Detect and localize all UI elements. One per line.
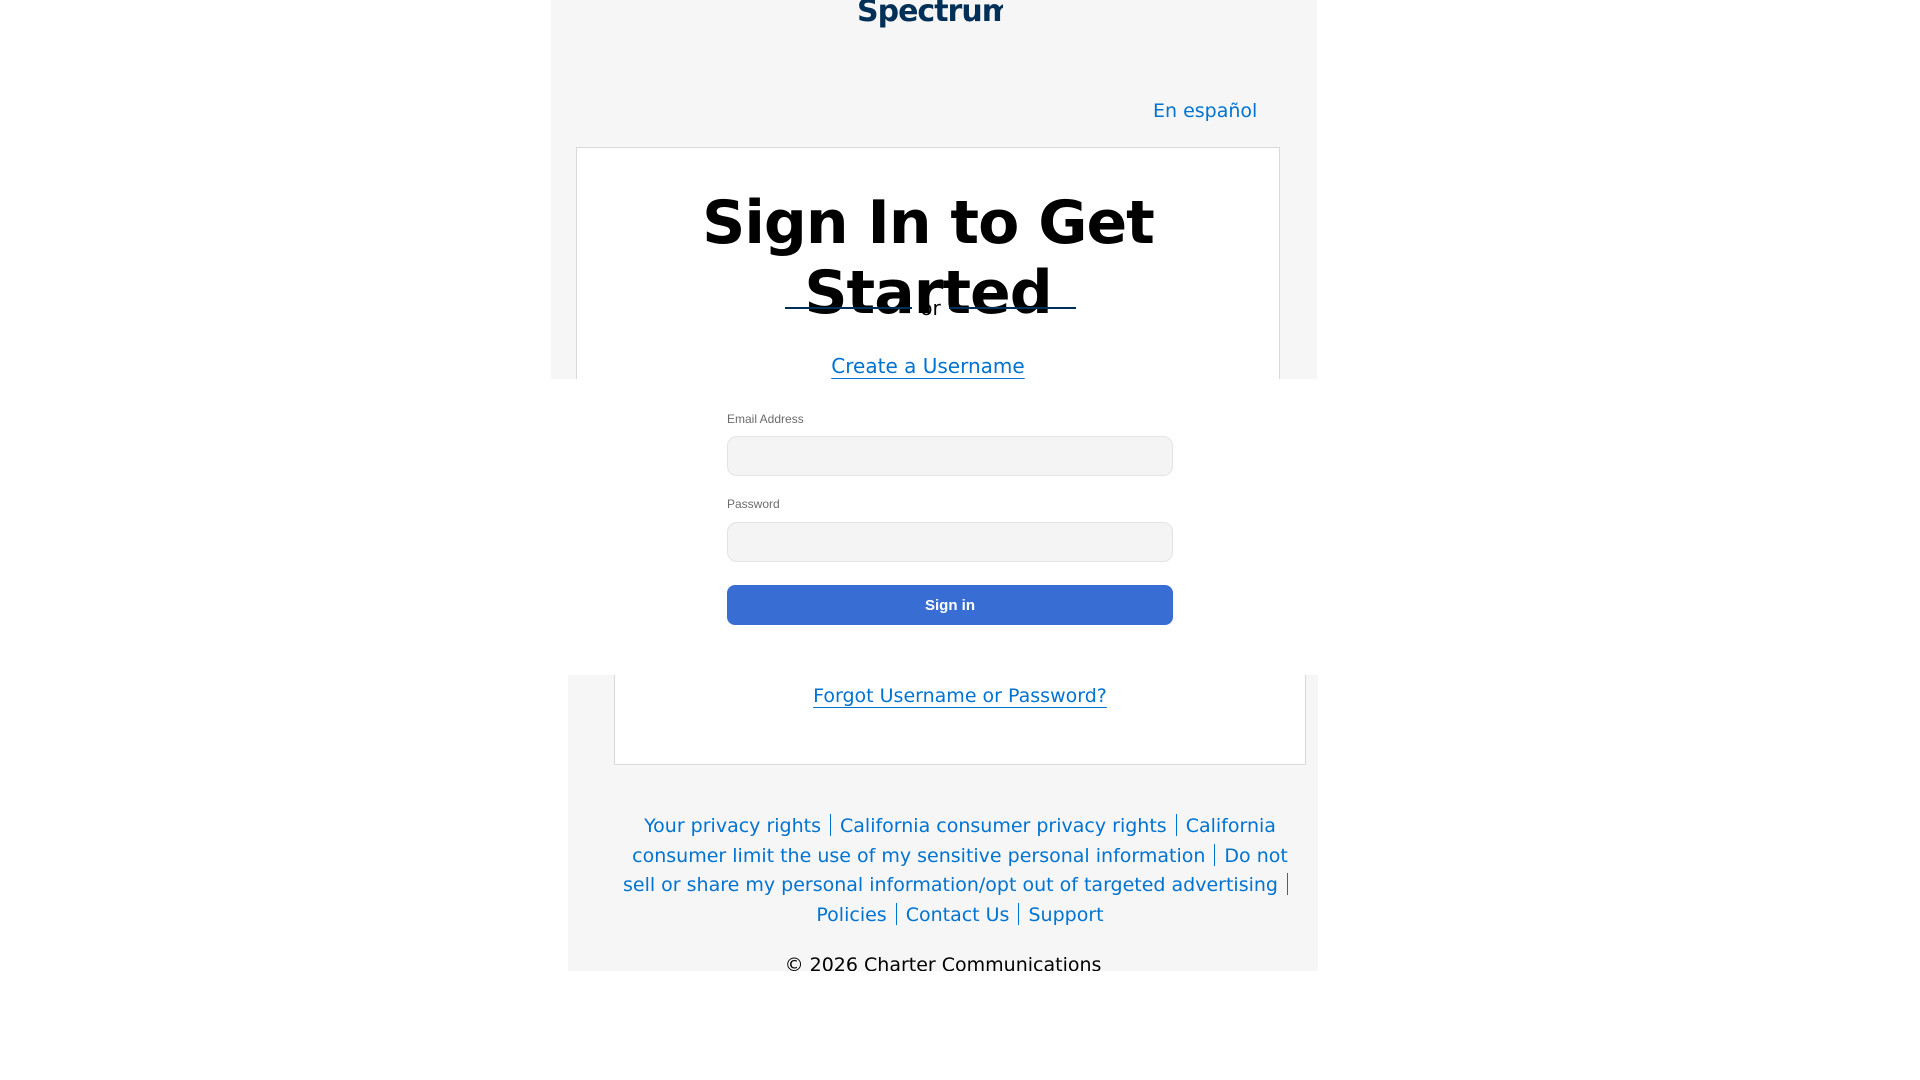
copyright-text: © 2026 Charter Communications bbox=[784, 954, 1102, 971]
footer-separator bbox=[1214, 843, 1216, 866]
password-field[interactable] bbox=[727, 522, 1173, 562]
footer-separator bbox=[895, 902, 897, 925]
divider-line-right bbox=[949, 307, 1076, 309]
footer-link-support[interactable]: Support bbox=[1028, 904, 1103, 926]
divider-line-left bbox=[785, 307, 912, 309]
login-page: Spectrum En español Sign In to Get Start… bbox=[0, 0, 1920, 1080]
signin-card: Sign In to Get Started or Create a Usern… bbox=[576, 147, 1280, 379]
or-divider: or bbox=[577, 296, 1279, 320]
footer-separator bbox=[830, 814, 831, 836]
logo-text: Spectrum bbox=[857, 0, 1003, 28]
spectrum-logo[interactable]: Spectrum bbox=[857, 0, 1003, 28]
footer-link-ca-privacy-rights[interactable]: California consumer privacy rights bbox=[840, 815, 1167, 837]
sign-in-button[interactable]: Sign in bbox=[727, 585, 1173, 625]
footer-separator bbox=[1287, 873, 1288, 895]
email-field[interactable] bbox=[727, 436, 1173, 476]
signin-card-bottom: Forgot Username or Password? bbox=[614, 675, 1306, 765]
footer-link-policies[interactable]: Policies bbox=[816, 904, 886, 926]
password-label: Password bbox=[727, 497, 780, 511]
email-label: Email Address bbox=[727, 412, 804, 426]
footer-separator bbox=[1018, 902, 1020, 925]
footer-link-privacy-rights[interactable]: Your privacy rights bbox=[644, 815, 821, 837]
divider-text: or bbox=[920, 296, 941, 320]
footer-links: Your privacy rights California consumer p… bbox=[614, 812, 1306, 930]
footer-link-contact-us[interactable]: Contact Us bbox=[906, 904, 1010, 926]
login-form: Email Address Password Sign in bbox=[551, 379, 1317, 675]
forgot-credentials-link[interactable]: Forgot Username or Password? bbox=[615, 685, 1305, 707]
footer-separator bbox=[1175, 814, 1177, 836]
create-username-link[interactable]: Create a Username bbox=[577, 354, 1279, 378]
spanish-language-link[interactable]: En español bbox=[1153, 100, 1257, 122]
